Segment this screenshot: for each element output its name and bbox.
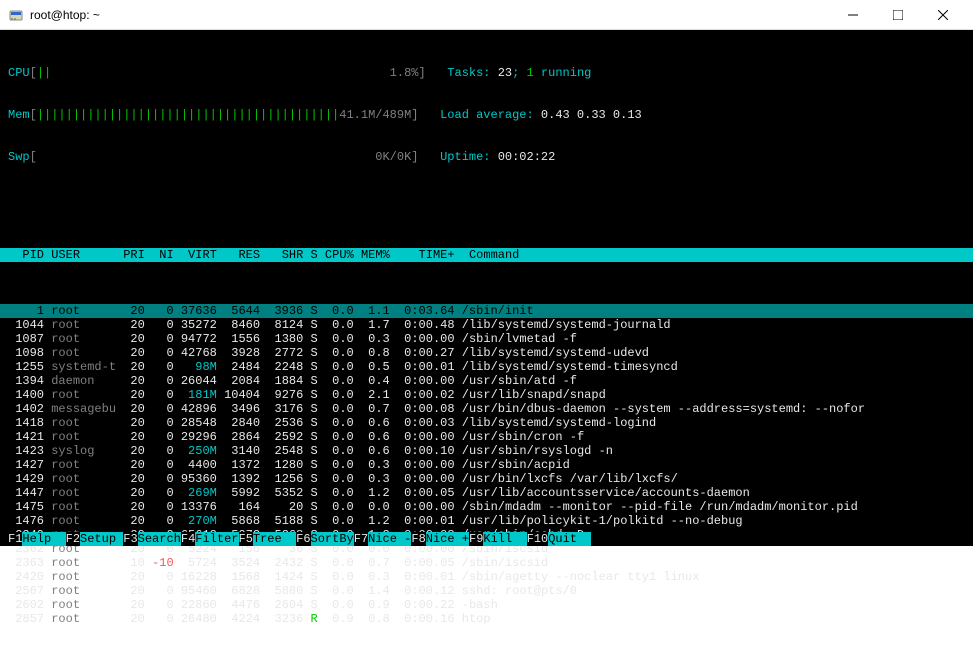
close-button[interactable] <box>920 0 965 30</box>
mem-meter: Mem[||||||||||||||||||||||||||||||||||||… <box>0 108 973 122</box>
window-titlebar: root@htop: ~ <box>0 0 973 30</box>
minimize-button[interactable] <box>830 0 875 30</box>
fkey-label[interactable]: Nice + <box>426 532 469 546</box>
function-key-bar: F1Help F2Setup F3SearchF4FilterF5Tree F6… <box>0 532 973 546</box>
terminal-area[interactable]: CPU[|| 1.8%] Tasks: 23; 1 running Mem[||… <box>0 30 973 546</box>
process-row[interactable]: 2602 root 20 0 22860 4476 2604 S 0.0 0.9… <box>0 598 973 612</box>
fkey-label[interactable]: Nice - <box>368 532 411 546</box>
process-row[interactable]: 1447 root 20 0 269M 5992 5352 S 0.0 1.2 … <box>0 486 973 500</box>
process-table-body: 1 root 20 0 37636 5644 3936 S 0.0 1.1 0:… <box>0 304 973 626</box>
process-row[interactable]: 1476 root 20 0 270M 5868 5188 S 0.0 1.2 … <box>0 514 973 528</box>
col-virt[interactable]: VIRT <box>181 248 217 262</box>
fkey-F3[interactable]: F3 <box>123 532 137 546</box>
swp-meter: Swp[ 0K/0K] Uptime: 00:02:22 <box>0 150 973 164</box>
process-row[interactable]: 1394 daemon 20 0 26044 2084 1884 S 0.0 0… <box>0 374 973 388</box>
process-row[interactable]: 2567 root 20 0 95460 6828 5880 S 0.0 1.4… <box>0 584 973 598</box>
col-time[interactable]: TIME+ <box>397 248 455 262</box>
fkey-label[interactable]: Help <box>22 532 65 546</box>
maximize-button[interactable] <box>875 0 920 30</box>
fkey-F9[interactable]: F9 <box>469 532 483 546</box>
process-row[interactable]: 2363 root 10 -10 5724 3524 2432 S 0.0 0.… <box>0 556 973 570</box>
cpu-meter: CPU[|| 1.8%] Tasks: 23; 1 running <box>0 66 973 80</box>
process-row[interactable]: 2857 root 20 0 26480 4224 3236 R 0.9 0.8… <box>0 612 973 626</box>
fkey-F8[interactable]: F8 <box>411 532 425 546</box>
col-cpu[interactable]: CPU% <box>325 248 354 262</box>
process-row[interactable]: 1421 root 20 0 29296 2864 2592 S 0.0 0.6… <box>0 430 973 444</box>
process-row[interactable]: 1 root 20 0 37636 5644 3936 S 0.0 1.1 0:… <box>0 304 973 318</box>
fkey-F6[interactable]: F6 <box>296 532 310 546</box>
col-res[interactable]: RES <box>224 248 260 262</box>
fkey-F2[interactable]: F2 <box>66 532 80 546</box>
app-icon <box>8 7 24 23</box>
process-row[interactable]: 1087 root 20 0 94772 1556 1380 S 0.0 0.3… <box>0 332 973 346</box>
process-row[interactable]: 1098 root 20 0 42768 3928 2772 S 0.0 0.8… <box>0 346 973 360</box>
col-mem[interactable]: MEM% <box>361 248 390 262</box>
col-shr[interactable]: SHR <box>267 248 303 262</box>
process-row[interactable]: 1423 syslog 20 0 250M 3140 2548 S 0.0 0.… <box>0 444 973 458</box>
fkey-F10[interactable]: F10 <box>527 532 549 546</box>
fkey-F4[interactable]: F4 <box>181 532 195 546</box>
window-title: root@htop: ~ <box>30 8 830 22</box>
fkey-label[interactable]: Filter <box>195 532 238 546</box>
fkey-label[interactable]: Quit <box>548 532 591 546</box>
fkey-label[interactable]: SortBy <box>311 532 354 546</box>
process-row[interactable]: 1427 root 20 0 4400 1372 1280 S 0.0 0.3 … <box>0 458 973 472</box>
process-table-header[interactable]: PID USER PRI NI VIRT RES SHR S CPU% MEM%… <box>0 248 973 262</box>
fkey-F5[interactable]: F5 <box>239 532 253 546</box>
process-row[interactable]: 1418 root 20 0 28548 2840 2536 S 0.0 0.6… <box>0 416 973 430</box>
process-row[interactable]: 1044 root 20 0 35272 8460 8124 S 0.0 1.7… <box>0 318 973 332</box>
process-row[interactable]: 1400 root 20 0 181M 10404 9276 S 0.0 2.1… <box>0 388 973 402</box>
col-s[interactable]: S <box>311 248 318 262</box>
process-row[interactable]: 1255 systemd-t 20 0 98M 2484 2248 S 0.0 … <box>0 360 973 374</box>
fkey-label[interactable]: Tree <box>253 532 296 546</box>
col-command[interactable]: Command <box>469 248 519 262</box>
fkey-F7[interactable]: F7 <box>354 532 368 546</box>
blank-line <box>0 192 973 206</box>
fkey-label[interactable]: Search <box>138 532 181 546</box>
fkey-label[interactable]: Kill <box>483 532 526 546</box>
fkey-F1[interactable]: F1 <box>8 532 22 546</box>
process-row[interactable]: 1429 root 20 0 95360 1392 1256 S 0.0 0.3… <box>0 472 973 486</box>
process-row[interactable]: 2420 root 20 0 16228 1568 1424 S 0.0 0.3… <box>0 570 973 584</box>
process-row[interactable]: 1475 root 20 0 13376 164 20 S 0.0 0.0 0:… <box>0 500 973 514</box>
col-ni[interactable]: NI <box>152 248 174 262</box>
col-pri[interactable]: PRI <box>123 248 145 262</box>
process-row[interactable]: 1402 messagebu 20 0 42896 3496 3176 S 0.… <box>0 402 973 416</box>
col-user[interactable]: USER <box>51 248 116 262</box>
fkey-label[interactable]: Setup <box>80 532 123 546</box>
col-pid[interactable]: PID <box>8 248 44 262</box>
